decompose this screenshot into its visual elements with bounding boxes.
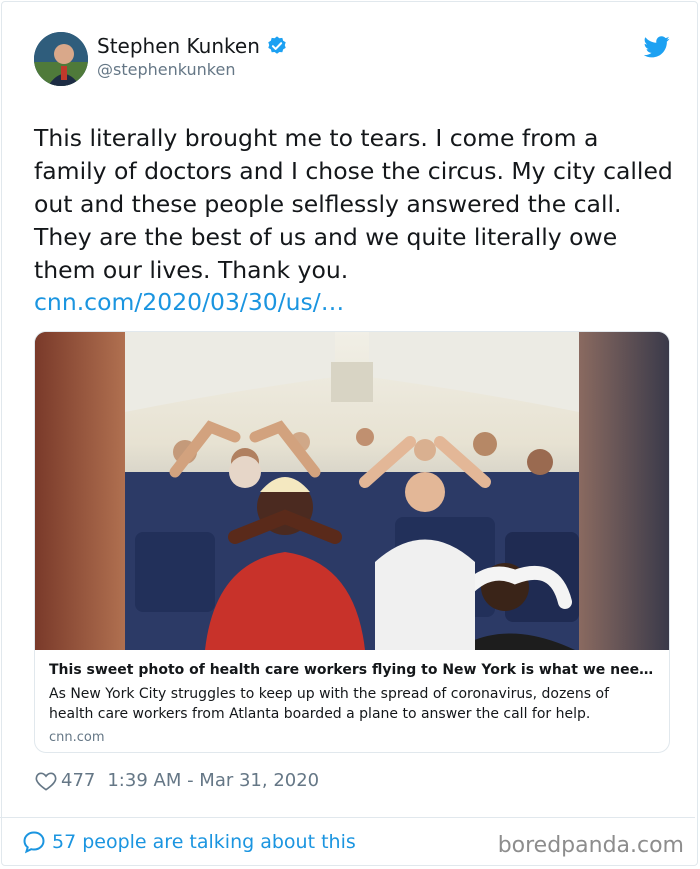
like-count[interactable]: 477 [61, 770, 95, 791]
avatar-image [34, 32, 88, 86]
verified-badge-icon [268, 36, 286, 54]
twitter-bird-icon[interactable] [644, 36, 670, 58]
heart-icon[interactable] [35, 771, 57, 791]
watermark: boredpanda.com [497, 833, 684, 858]
tweet-meta: 477 1:39 AM - Mar 31, 2020 [35, 770, 319, 791]
link-preview-image [35, 332, 669, 650]
link-preview-description: As New York City struggles to keep up wi… [49, 686, 610, 722]
footer-divider [0, 817, 695, 818]
avatar[interactable] [34, 32, 88, 86]
author-name-row: Stephen Kunken [97, 34, 288, 58]
tweet-link[interactable]: cnn.com/2020/03/30/us/… [34, 288, 344, 316]
tweet-timestamp[interactable]: 1:39 AM - Mar 31, 2020 [107, 770, 319, 791]
link-preview-title[interactable]: This sweet photo of health care workers … [49, 662, 655, 678]
speech-bubble-icon [23, 831, 45, 854]
author-name[interactable]: Stephen Kunken [97, 34, 260, 58]
tweet-text: This literally brought me to tears. I co… [34, 124, 673, 284]
tweet-header: Stephen Kunken @stephenkunken [34, 32, 674, 92]
tweet-embed-card: Stephen Kunken @stephenkunken This liter… [1, 1, 698, 866]
talking-about-link[interactable]: 57 people are talking about this [52, 831, 356, 853]
tweet-footer[interactable]: 57 people are talking about this [22, 830, 356, 854]
link-preview-card[interactable]: This sweet photo of health care workers … [34, 331, 670, 753]
author-handle[interactable]: @stephenkunken [97, 60, 235, 79]
link-preview-domain: cnn.com [49, 730, 105, 745]
link-preview-body: This sweet photo of health care workers … [49, 662, 655, 745]
